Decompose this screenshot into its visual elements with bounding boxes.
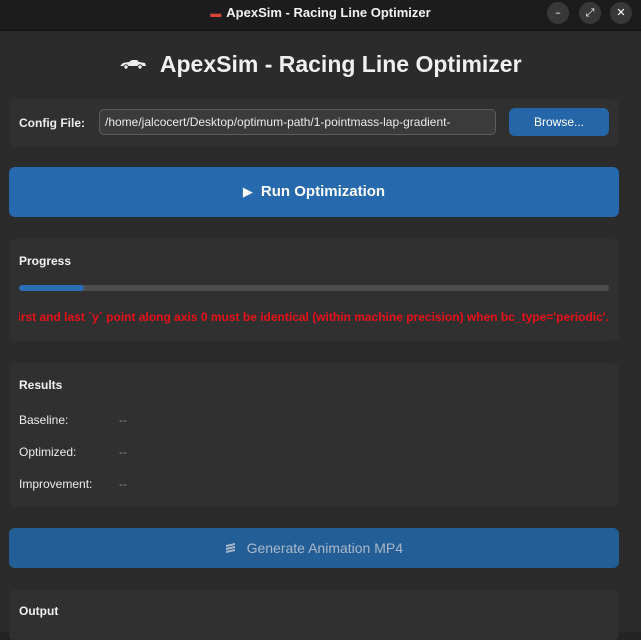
baseline-value: -- bbox=[119, 413, 127, 427]
film-icon bbox=[225, 543, 235, 553]
run-optimization-label: Run Optimization bbox=[260, 183, 386, 200]
config-section: Config File: /home/jalcocert/Desktop/opt… bbox=[9, 99, 619, 147]
improvement-value: -- bbox=[119, 477, 127, 491]
optimized-value: -- bbox=[119, 445, 127, 459]
race-car-icon: ▬ bbox=[210, 8, 222, 20]
maximize-button[interactable]: ⤢ bbox=[579, 2, 601, 24]
output-title: Output bbox=[19, 604, 59, 618]
config-file-label: Config File: bbox=[19, 116, 85, 130]
config-file-input[interactable]: /home/jalcocert/Desktop/optimum-path/1-p… bbox=[99, 109, 496, 135]
close-button[interactable]: ✕ bbox=[610, 2, 632, 24]
results-section: Results Baseline: -- Optimized: -- Impro… bbox=[9, 363, 619, 507]
window-title: ▬ ApexSim - Racing Line Optimizer bbox=[210, 5, 431, 20]
optimized-label: Optimized: bbox=[19, 445, 77, 459]
progress-title: Progress bbox=[19, 254, 72, 268]
minimize-button[interactable]: – bbox=[547, 2, 569, 24]
baseline-label: Baseline: bbox=[19, 413, 69, 427]
improvement-label: Improvement: bbox=[19, 477, 93, 491]
browse-button[interactable]: Browse... bbox=[509, 108, 609, 136]
app-title: ApexSim - Racing Line Optimizer bbox=[0, 51, 641, 78]
generate-animation-label: Generate Animation MP4 bbox=[246, 540, 404, 556]
output-section: Output bbox=[9, 590, 619, 640]
race-car-icon bbox=[119, 57, 151, 74]
results-title: Results bbox=[19, 378, 63, 392]
progress-section: Progress Error: The first and last `y` p… bbox=[9, 239, 619, 341]
race-car-icon bbox=[120, 60, 147, 70]
generate-animation-button[interactable]: Generate Animation MP4 bbox=[9, 528, 619, 568]
film-icon bbox=[225, 541, 241, 556]
run-optimization-button[interactable]: ▶ Run Optimization bbox=[9, 167, 619, 217]
main-window: ApexSim - Racing Line Optimizer Config F… bbox=[0, 31, 641, 640]
title-bar: ▬ ApexSim - Racing Line Optimizer – ⤢ ✕ bbox=[0, 0, 641, 31]
error-message: Error: The first and last `y` point alon… bbox=[19, 310, 609, 324]
play-icon: ▶ bbox=[242, 184, 253, 199]
progress-bar-fill bbox=[19, 285, 84, 291]
progress-bar bbox=[19, 285, 609, 291]
